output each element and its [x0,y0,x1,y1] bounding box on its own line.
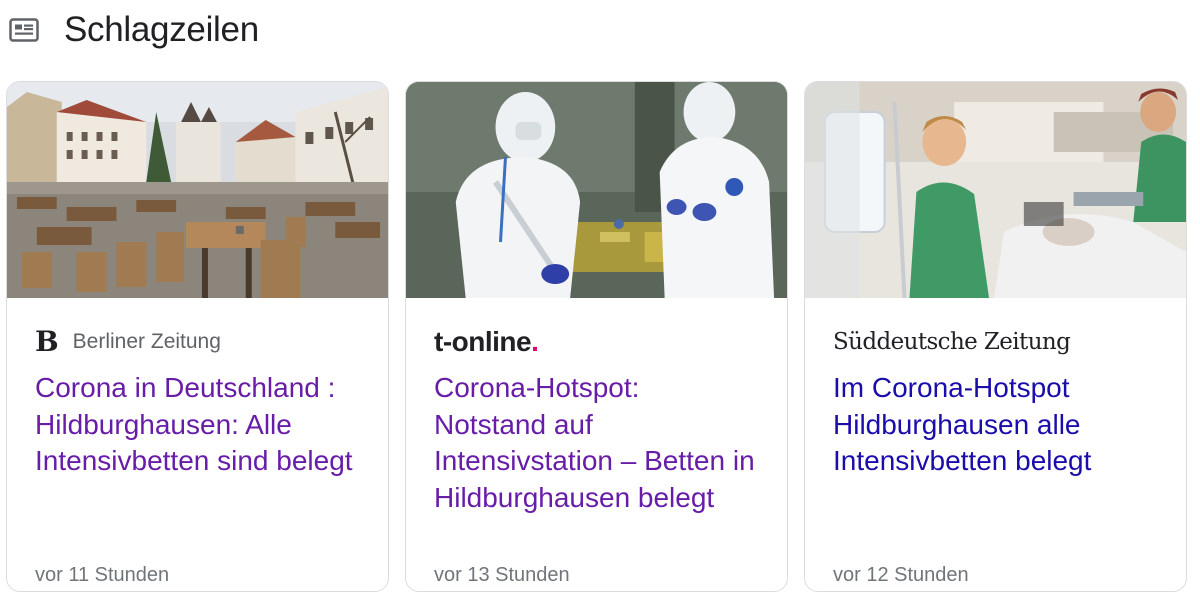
news-thumbnail-protective-suits[interactable] [406,82,787,298]
news-headline-link[interactable]: Im Corona-Hotspot Hildburghausen alle In… [833,370,1158,480]
news-headline-link[interactable]: Corona in Deutschland : Hildburghausen: … [35,370,360,480]
section-header: Schlagzeilen [8,8,259,52]
t-online-logo-dot: . [531,326,539,357]
news-card[interactable]: B Berliner Zeitung Corona in Deutschland… [6,81,389,592]
newspaper-icon [8,17,40,43]
news-thumbnail-town-square[interactable] [7,82,388,298]
news-card[interactable]: t-online. Corona-Hotspot: Notstand auf I… [405,81,788,592]
news-timestamp: vor 11 Stunden [35,564,170,586]
news-source: Süddeutsche Zeitung [833,326,1158,358]
news-timestamp: vor 12 Stunden [833,564,969,586]
berliner-zeitung-logo: B [35,325,59,358]
source-name: Berliner Zeitung [72,330,221,353]
news-headline-link[interactable]: Corona-Hotspot: Notstand auf Intensivsta… [434,370,759,516]
sueddeutsche-zeitung-logo: Süddeutsche Zeitung [833,329,1071,355]
t-online-logo: t-online [434,326,532,357]
news-thumbnail-hospital[interactable] [805,82,1186,298]
section-title: Schlagzeilen [64,10,259,49]
news-card[interactable]: Süddeutsche Zeitung Im Corona-Hotspot Hi… [804,81,1187,592]
news-timestamp: vor 13 Stunden [434,564,570,586]
news-source: B Berliner Zeitung [35,326,360,358]
news-source: t-online. [434,326,759,358]
headline-carousel: B Berliner Zeitung Corona in Deutschland… [6,81,1187,592]
